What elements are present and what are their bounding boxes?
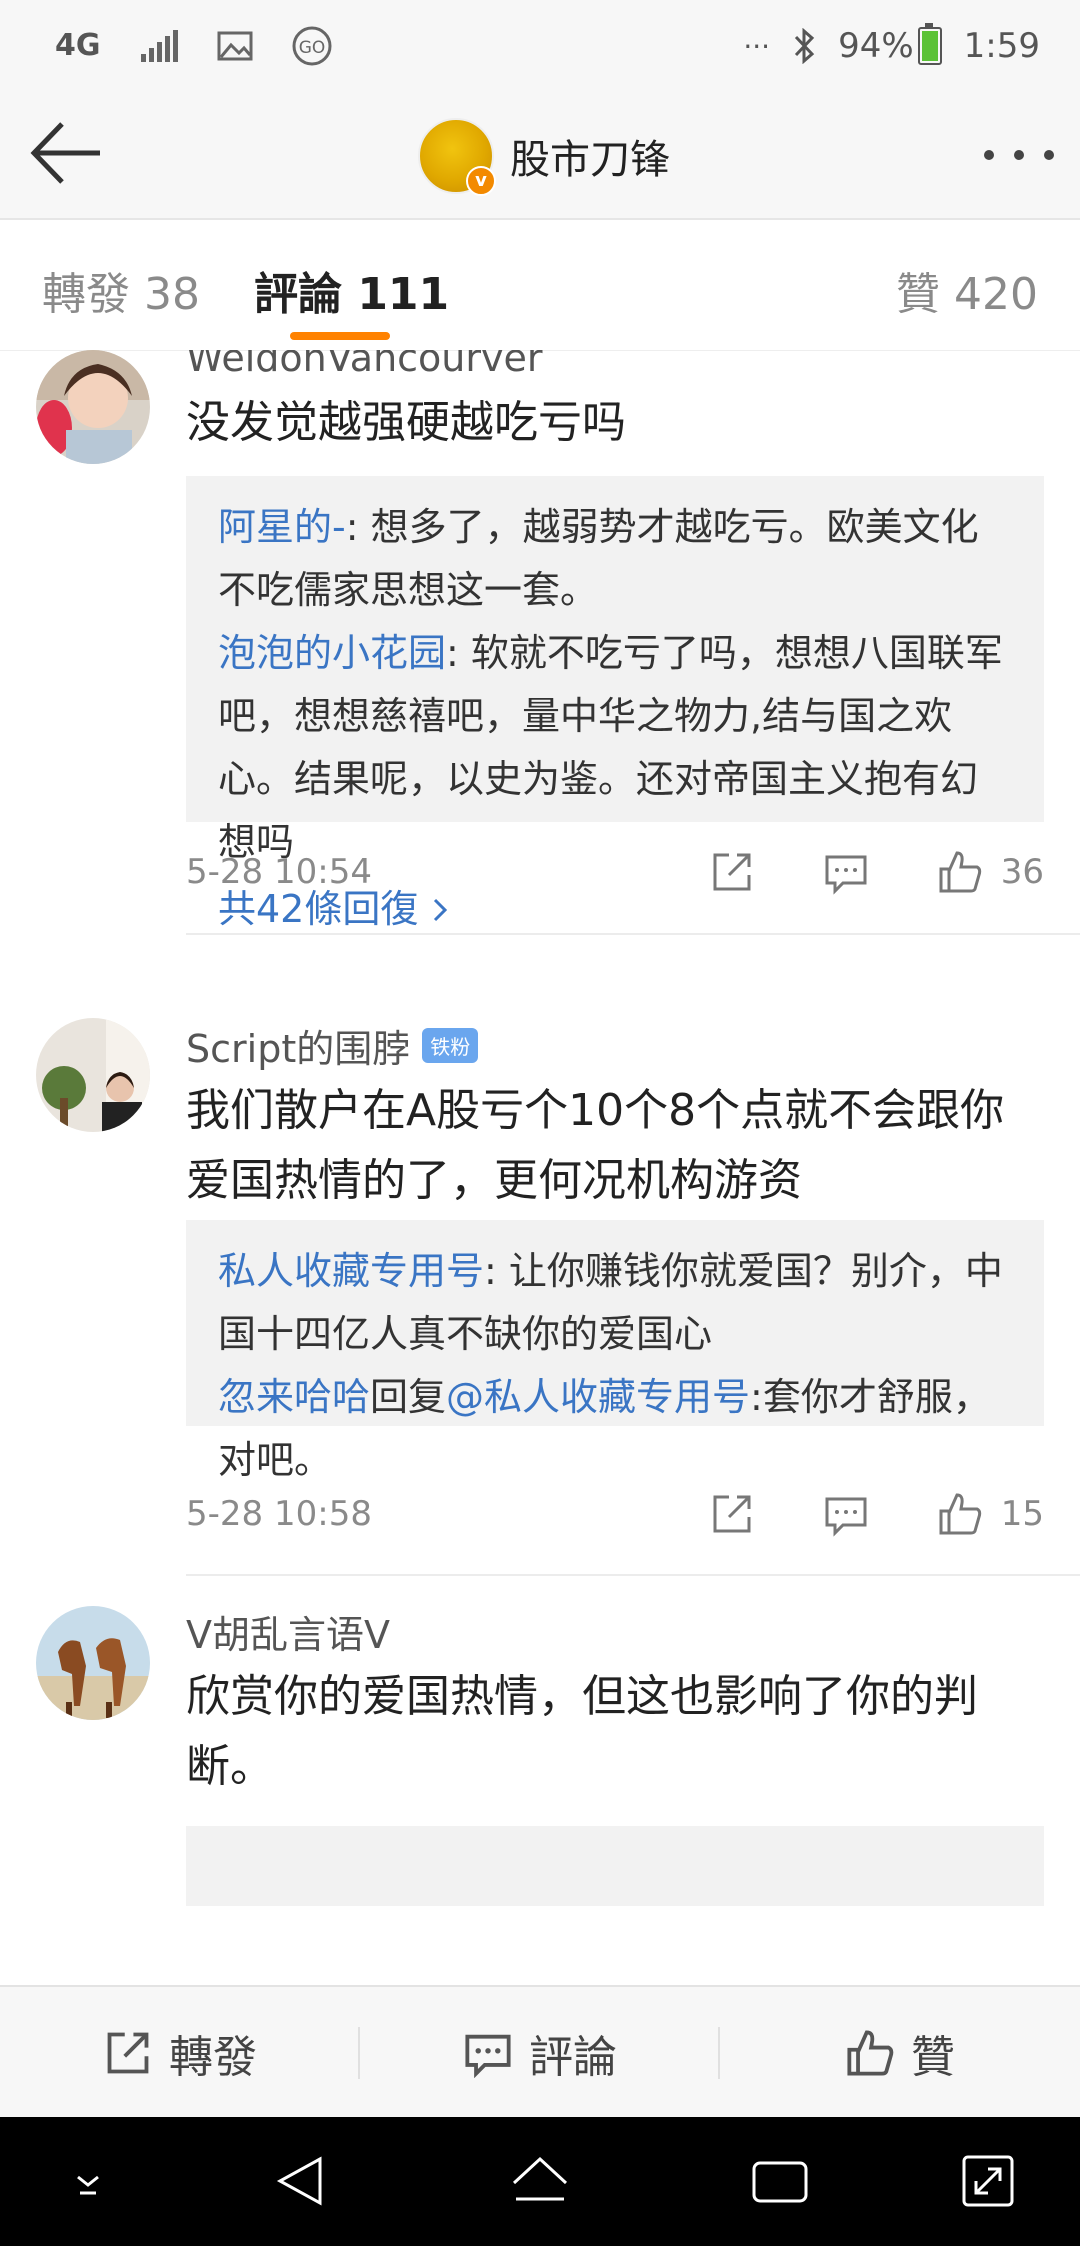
like-icon[interactable]: [937, 849, 983, 895]
comment-time: 5-28 10:54: [186, 852, 372, 892]
divider: [186, 933, 1080, 935]
avatar[interactable]: [36, 350, 150, 464]
verified-badge: v: [466, 166, 496, 196]
comment-button[interactable]: 評論: [360, 1987, 720, 2119]
nav-home-icon[interactable]: [508, 2149, 572, 2213]
share-icon[interactable]: [709, 849, 755, 895]
repost-button[interactable]: 轉發: [0, 1987, 360, 2119]
comment-text: 我们散户在A股亏个10个8个点就不会跟你爱国热情的了，更何况机构游资: [186, 1085, 1005, 1206]
fan-badge: 铁粉: [422, 1028, 479, 1063]
reply-user-link[interactable]: 泡泡的小花园: [218, 631, 446, 675]
comment-username[interactable]: Script的围脖 铁粉: [186, 1018, 479, 1073]
status-bar: 4G GO ··· 94% 1:59: [0, 0, 1080, 90]
tab-bar: 轉發 38 評論 111 贊 420: [0, 220, 1080, 351]
signal-icon: [140, 30, 178, 62]
more-dots-icon[interactable]: [984, 130, 1054, 180]
nav-expand-icon[interactable]: [956, 2149, 1020, 2213]
reply-box[interactable]: [186, 1826, 1044, 1906]
comment-icon: [465, 2034, 511, 2078]
bluetooth-icon: [794, 28, 815, 64]
comment-text: 欣赏你的爱国热情，但这也影响了你的判断。: [186, 1671, 978, 1792]
reply-box[interactable]: 阿星的-: 想多了，越弱势才越吃亏。欧美文化不吃儒家思想这一套。 泡泡的小花园:…: [186, 476, 1044, 931]
reply-box[interactable]: 私人收藏专用号: 让你赚钱你就爱国？别介，中国十四亿人真不缺你的爱国心 忽来哈哈…: [186, 1220, 1044, 1482]
header-title-group[interactable]: v 股市刀锋: [418, 118, 670, 196]
reply-line: 私人收藏专用号: 让你赚钱你就爱国？别介，中国十四亿人真不缺你的爱国心: [218, 1249, 1003, 1356]
reply-user-link[interactable]: 阿星的-: [218, 505, 346, 549]
comment-footer: 5-28 10:58 15: [186, 1484, 1044, 1544]
nav-down-icon[interactable]: [56, 2149, 120, 2213]
image-notification-icon: [217, 31, 252, 61]
nav-recents-icon[interactable]: [748, 2149, 812, 2213]
like-icon: [847, 2030, 894, 2076]
reply-user-link[interactable]: 私人收藏专用号: [218, 1249, 484, 1293]
tab-comments[interactable]: 評論 111: [254, 258, 449, 322]
go-app-icon: GO: [292, 26, 331, 66]
avatar[interactable]: [36, 1606, 150, 1720]
reply-user-link[interactable]: 忽来哈哈: [218, 1375, 370, 1419]
share-icon[interactable]: [709, 1491, 755, 1537]
comment-username[interactable]: V胡乱言语V: [186, 1604, 390, 1659]
comment-time: 5-28 10:58: [186, 1494, 372, 1534]
comment-list[interactable]: WeldonVancourver 没发觉越强硬越吃亏吗 阿星的-: 想多了，越弱…: [0, 350, 1080, 1985]
avatar[interactable]: [36, 1018, 150, 1132]
mention-link[interactable]: @私人收藏专用号: [446, 1375, 750, 1419]
more-notifications: ···: [743, 29, 771, 63]
reply-line: 泡泡的小花园: 软就不吃亏了吗，想想八国联军吧，想想慈禧吧，量中华之物力,结与国…: [218, 631, 1003, 864]
network-type: 4G: [55, 28, 101, 63]
divider: [186, 1574, 1080, 1576]
comment-footer: 5-28 10:54 36: [186, 842, 1044, 902]
battery-icon: [917, 23, 942, 65]
tab-likes[interactable]: 贊 420: [896, 258, 1038, 322]
nav-back-icon[interactable]: [270, 2149, 334, 2213]
active-tab-indicator: [290, 332, 390, 340]
tab-repost[interactable]: 轉發 38: [42, 258, 200, 322]
app-header: v 股市刀锋: [0, 90, 1080, 220]
comment-username[interactable]: WeldonVancourver: [186, 350, 543, 380]
action-bar: 轉發 評論 贊: [0, 1985, 1080, 2119]
clock: 1:59: [963, 26, 1040, 66]
svg-text:GO: GO: [298, 38, 325, 58]
account-avatar[interactable]: v: [418, 118, 496, 196]
like-icon[interactable]: [937, 1491, 983, 1537]
status-right-icons: ··· 94% 1:59: [743, 22, 1040, 70]
page-title: 股市刀锋: [510, 137, 670, 183]
comment-text: 没发觉越强硬越吃亏吗: [186, 397, 626, 448]
status-left-icons: 4G GO: [55, 22, 333, 70]
back-arrow-icon[interactable]: [28, 118, 108, 188]
like-count: 36: [1000, 852, 1044, 892]
system-nav-bar: [0, 2117, 1080, 2246]
reply-line: 阿星的-: 想多了，越弱势才越吃亏。欧美文化不吃儒家思想这一套。: [218, 505, 979, 612]
reply-line: 忽来哈哈回复@私人收藏专用号:套你才舒服，对吧。: [218, 1375, 991, 1482]
comment-icon[interactable]: [823, 1491, 869, 1537]
comment-icon[interactable]: [823, 849, 869, 895]
like-count: 15: [1000, 1494, 1044, 1534]
share-icon: [107, 2032, 149, 2074]
battery-percent: 94%: [838, 26, 914, 66]
like-button[interactable]: 贊: [720, 1987, 1080, 2119]
